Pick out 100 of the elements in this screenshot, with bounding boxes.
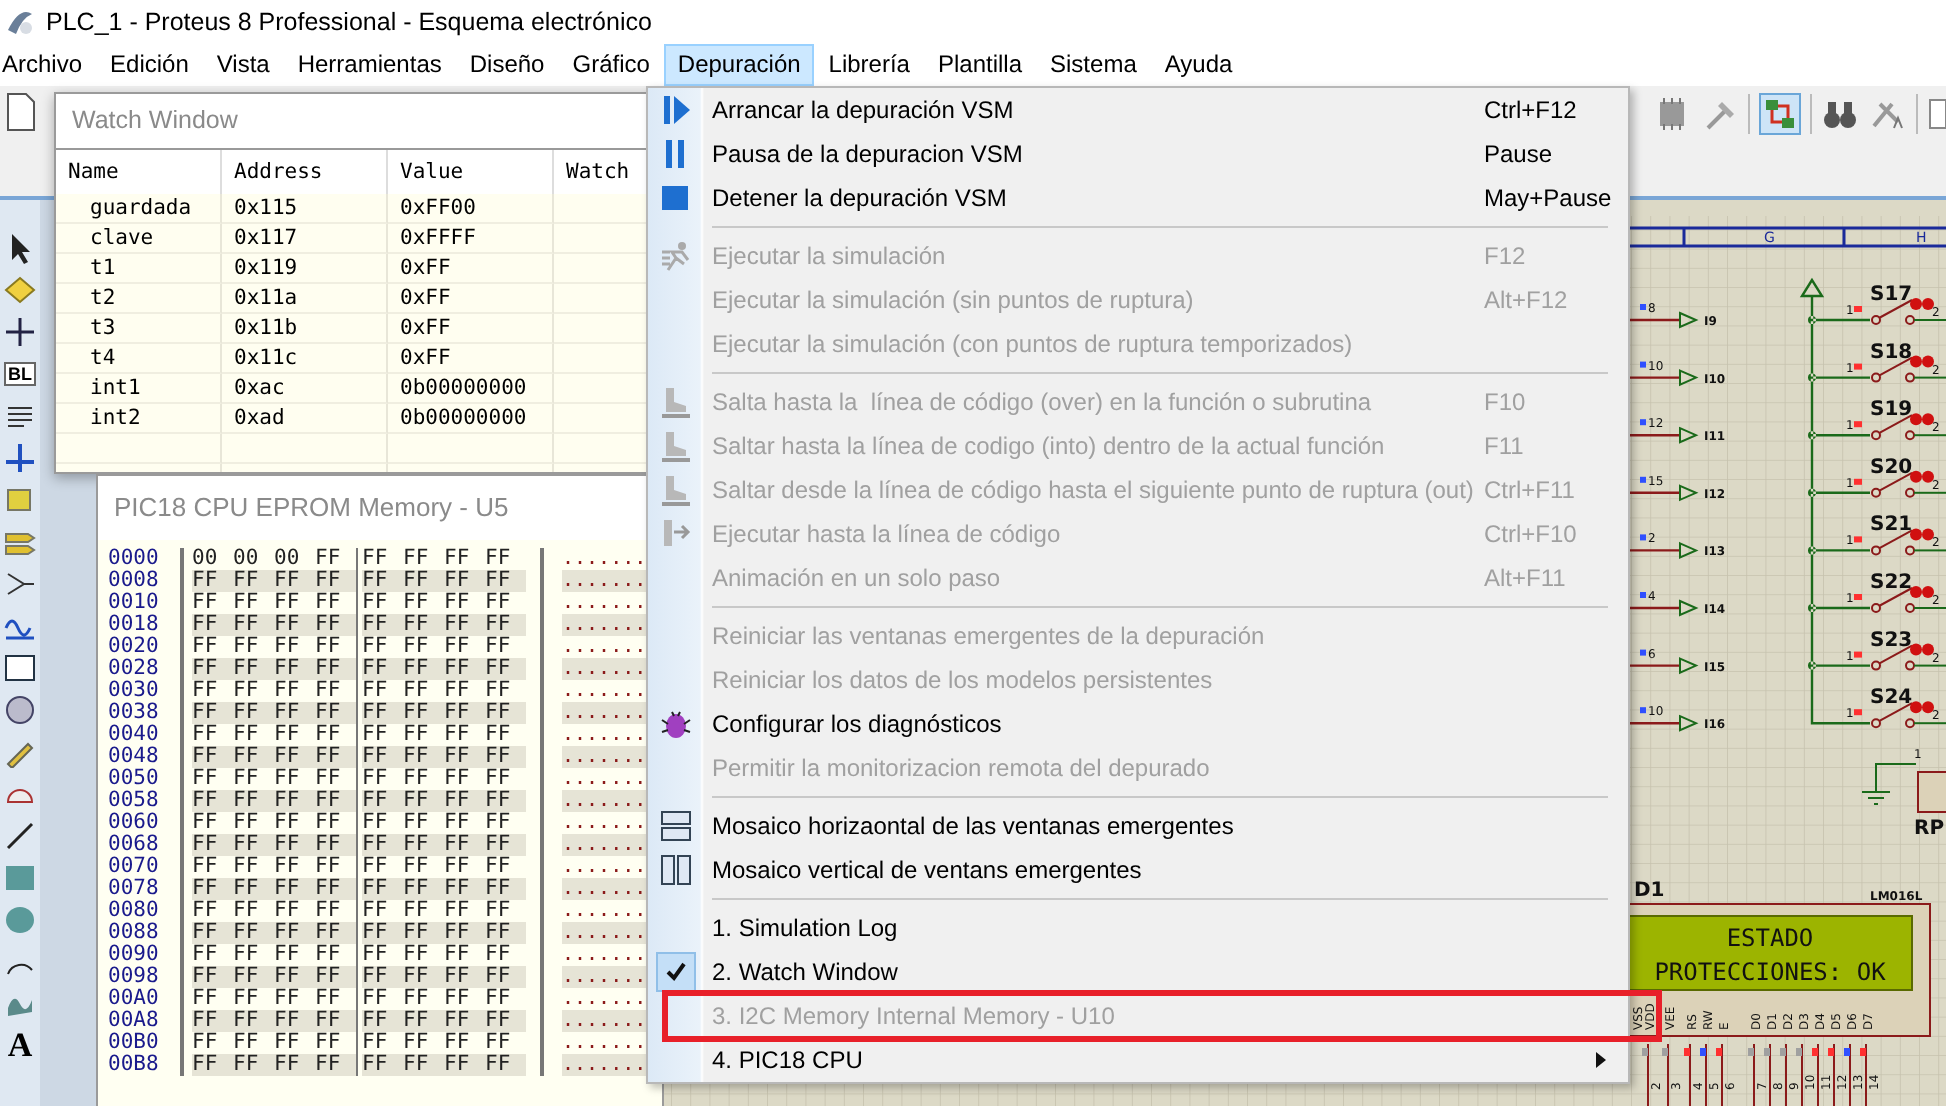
- table-cell: guardada: [56, 194, 222, 224]
- memory-byte: FF: [403, 1032, 431, 1054]
- memory-byte: FF: [192, 724, 220, 746]
- memory-byte: FF: [485, 790, 526, 812]
- table-cell: 0x119: [222, 254, 388, 284]
- memory-byte: FF: [362, 856, 390, 878]
- menu-item[interactable]: Diseño: [455, 44, 559, 86]
- memory-byte: FF: [485, 746, 526, 768]
- line-icon[interactable]: [4, 820, 36, 852]
- table-cell: t3: [56, 314, 222, 344]
- menu-item[interactable]: Plantilla: [923, 44, 1037, 86]
- switch-label: S22: [1870, 572, 1913, 594]
- memory-ascii: .......: [562, 922, 647, 944]
- table-cell: 0xFF: [388, 314, 554, 344]
- menu-item[interactable]: Mosaico horizaontal de las ventanas emergentes: [648, 804, 1628, 848]
- menu-item[interactable]: Mosaico vertical de ventans emergentes: [648, 848, 1628, 892]
- new-file-icon[interactable]: [2, 92, 38, 132]
- diamond-icon[interactable]: [4, 274, 36, 306]
- column-header[interactable]: Name: [56, 150, 222, 194]
- menu-item[interactable]: 2. Watch Window: [648, 950, 1628, 994]
- memory-byte: FF: [274, 922, 315, 944]
- memory-byte: FF: [274, 724, 302, 746]
- memory-byte: FF: [444, 966, 485, 988]
- memory-byte: FF: [444, 812, 472, 834]
- switch-label: S21: [1870, 514, 1913, 537]
- memory-byte: FF: [315, 658, 358, 680]
- switch-symbol: [1871, 470, 1946, 498]
- menu-item[interactable]: Librería: [814, 44, 924, 86]
- memory-byte: FF: [403, 768, 431, 790]
- component-label: D1: [1634, 880, 1665, 902]
- memory-byte: FF: [233, 856, 261, 878]
- menu-item[interactable]: 1. Simulation Log: [648, 906, 1628, 950]
- switch-label: S18: [1870, 341, 1913, 364]
- stop-icon: [660, 182, 692, 214]
- menu-item[interactable]: 4. PIC18 CPU: [648, 1038, 1628, 1082]
- memory-address: 0000: [106, 548, 161, 570]
- menu-item[interactable]: Vista: [202, 44, 284, 86]
- memory-byte: FF: [444, 614, 485, 636]
- netlist-icon[interactable]: [1758, 92, 1802, 136]
- memory-byte: FF: [485, 702, 526, 724]
- memory-byte: FF: [485, 680, 513, 702]
- menu-item[interactable]: Edición: [96, 44, 203, 86]
- memory-byte: FF: [485, 944, 513, 966]
- memory-byte: FF: [444, 988, 472, 1010]
- table-cell: 0xac: [222, 374, 388, 404]
- pin-state-marker: [1640, 534, 1646, 541]
- memory-byte: FF: [362, 1054, 403, 1076]
- toolbar-icon[interactable]: [1926, 94, 1946, 134]
- memory-byte: FF: [403, 812, 431, 834]
- circle-icon[interactable]: [4, 904, 36, 936]
- text-tool[interactable]: A: [7, 1030, 33, 1062]
- memory-byte: FF: [315, 614, 358, 636]
- menu-item[interactable]: Depuración: [663, 44, 815, 86]
- memory-address: 0070: [106, 856, 161, 878]
- memory-byte: FF: [274, 988, 302, 1010]
- memory-ascii: .......: [562, 1054, 647, 1076]
- memory-byte: FF: [233, 636, 261, 658]
- memory-ascii: .......: [562, 900, 647, 922]
- label-tool[interactable]: BL: [4, 362, 36, 386]
- memory-byte: FF: [485, 592, 513, 614]
- menu-item[interactable]: Archivo: [0, 44, 97, 86]
- memory-byte: 00: [274, 548, 302, 570]
- rectangle-icon[interactable]: [4, 862, 36, 894]
- memory-byte: FF: [444, 570, 485, 592]
- menu-item[interactable]: Detener la depuración VSM May+Pause: [648, 176, 1628, 220]
- memory-byte: FF: [485, 966, 526, 988]
- lcd-text: PROTECCIONES: OK: [1654, 958, 1886, 986]
- junction-icon[interactable]: [4, 316, 36, 348]
- memory-address: 0038: [106, 702, 161, 724]
- memory-byte: FF: [485, 988, 513, 1010]
- memory-byte: FF: [274, 636, 302, 658]
- memory-address: 0028: [106, 658, 161, 680]
- memory-byte: FF: [274, 702, 315, 724]
- window-title: PIC18 CPU EPROM Memory - U5: [112, 490, 511, 526]
- memory-address: 0050: [106, 768, 161, 790]
- memory-address: 0068: [106, 834, 161, 856]
- table-cell: 0x115: [222, 194, 388, 224]
- pin-icon[interactable]: [4, 568, 36, 600]
- menu-item[interactable]: Configurar los diagnósticos: [648, 702, 1628, 746]
- memory-address: 0088: [106, 922, 161, 944]
- memory-ascii: .......: [562, 768, 647, 790]
- menu-item[interactable]: Gráfico: [558, 44, 664, 86]
- bus-icon[interactable]: [4, 442, 36, 474]
- memory-byte: FF: [362, 812, 390, 834]
- menu-item[interactable]: Herramientas: [283, 44, 456, 86]
- memory-byte: FF: [362, 768, 390, 790]
- menu-item[interactable]: Ayuda: [1150, 44, 1247, 86]
- memory-byte: FF: [192, 834, 233, 856]
- memory-byte: FF: [315, 790, 358, 812]
- box-icon[interactable]: [4, 484, 36, 516]
- memory-byte: FF: [485, 1054, 526, 1076]
- switch-symbol: [1871, 643, 1946, 671]
- memory-byte: FF: [403, 944, 431, 966]
- memory-address: 0030: [106, 680, 161, 702]
- menu-item[interactable]: Sistema: [1036, 44, 1151, 86]
- memory-address: 00A8: [106, 1010, 161, 1032]
- memory-byte: FF: [362, 1032, 390, 1054]
- memory-byte: 00: [192, 548, 220, 570]
- table-cell: 0x11a: [222, 284, 388, 314]
- window-icon[interactable]: [4, 652, 36, 684]
